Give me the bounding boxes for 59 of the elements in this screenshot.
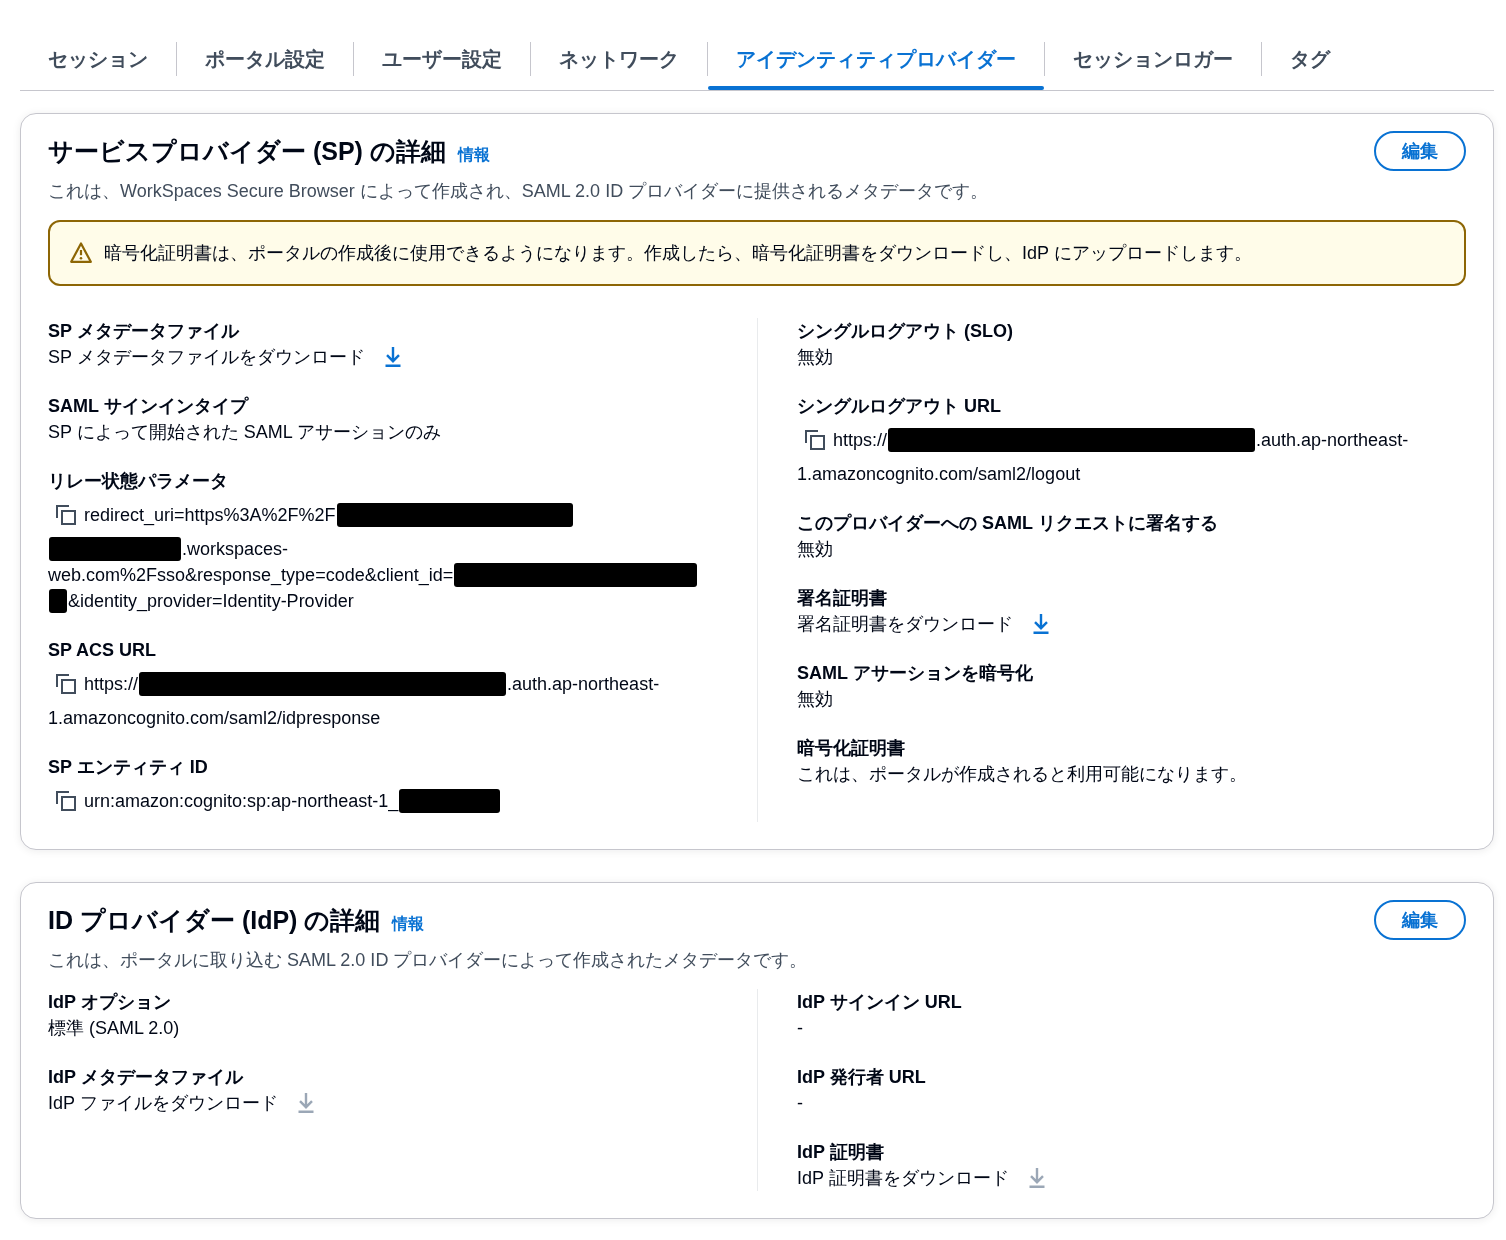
field-label: 署名証明書 (797, 587, 888, 610)
field-label: このプロバイダーへの SAML リクエストに署名する (797, 512, 1219, 535)
field-label: リレー状態パラメータ (48, 470, 229, 493)
value-text: .auth.ap-northeast- (507, 673, 660, 695)
field-value: - (797, 1017, 804, 1040)
info-link[interactable]: 情報 (392, 914, 425, 935)
edit-button[interactable]: 編集 (1374, 900, 1466, 940)
field-value: 無効 (797, 688, 834, 711)
field-label: IdP メタデータファイル (48, 1066, 245, 1089)
tab[interactable]: セッションロガー (1045, 36, 1261, 90)
warning-icon (70, 242, 92, 264)
copy-icon (56, 791, 76, 811)
field-value: - (797, 1092, 804, 1115)
value-text: https:// (84, 673, 139, 695)
download-button[interactable]: SP メタデータファイルをダウンロード (48, 344, 403, 370)
section-title: サービスプロバイダー (SP) の詳細 (48, 136, 446, 167)
field-label: SAML サインインタイプ (48, 395, 250, 418)
section-description: これは、WorkSpaces Secure Browser によって作成され、SAML 2.0 ID プロバイダーに提供されるメタデータです。 (48, 180, 990, 203)
value-text: urn:amazon:cognito:sp:ap-northeast-1_ (84, 790, 399, 812)
field-value: 標準 (SAML 2.0) (48, 1017, 181, 1040)
edit-button[interactable]: 編集 (1374, 131, 1466, 171)
download-button[interactable]: 署名証明書をダウンロード (797, 611, 1051, 637)
value-text: web.com%2Fsso&response_type=code&client_id= (48, 564, 454, 586)
value-text: 1.amazoncognito.com/saml2/logout (797, 463, 1081, 485)
copy-icon (56, 505, 76, 525)
tab[interactable]: ユーザー設定 (354, 36, 530, 90)
redaction-bar (49, 589, 67, 613)
tab[interactable]: アイデンティティプロバイダー (708, 36, 1044, 90)
field-label: シングルログアウト (SLO) (797, 320, 1014, 343)
section-description: これは、ポータルに取り込む SAML 2.0 ID プロバイダーによって作成されたメタデータです。 (48, 949, 809, 972)
value-text: redirect_uri=https%3A%2F%2F (84, 504, 336, 526)
field-label: SP メタデータファイル (48, 320, 241, 343)
field-label: SAML アサーションを暗号化 (797, 662, 1034, 685)
field-value: SP によって開始された SAML アサーションのみ (48, 421, 443, 444)
field-value: 無効 (797, 538, 834, 561)
info-link[interactable]: 情報 (457, 145, 490, 166)
value-text: .auth.ap-northeast- (1256, 429, 1409, 451)
alert-text: 暗号化証明書は、ポータルの作成後に使用できるようになります。作成したら、暗号化証明書をダウンロードし、IdP にアップロードします。 (104, 242, 1252, 265)
tab[interactable]: ネットワーク (531, 36, 707, 90)
tab[interactable]: セッション (20, 36, 176, 90)
field-label: IdP 証明書 (797, 1141, 885, 1164)
field-value: 無効 (797, 346, 834, 369)
field-label: 暗号化証明書 (797, 737, 906, 760)
tab[interactable]: タグ (1262, 36, 1358, 90)
value-text: https:// (833, 429, 888, 451)
field-label: SP エンティティ ID (48, 756, 209, 779)
field-label: SP ACS URL (48, 639, 158, 662)
field-value: これは、ポータルが作成されると利用可能になります。 (797, 763, 1248, 786)
copy-icon (56, 674, 76, 694)
field-label: シングルログアウト URL (797, 395, 1002, 418)
value-text: &identity_provider=Identity-Provider (68, 590, 354, 612)
field-label: IdP 発行者 URL (797, 1066, 927, 1089)
section-title: ID プロバイダー (IdP) の詳細 (48, 905, 381, 936)
field-label: IdP サインイン URL (797, 991, 963, 1014)
value-text: .workspaces- (182, 538, 289, 560)
tab[interactable]: ポータル設定 (177, 36, 353, 90)
value-text: 1.amazoncognito.com/saml2/idpresponse (48, 707, 381, 729)
copy-icon (805, 430, 825, 450)
field-label: IdP オプション (48, 991, 172, 1014)
